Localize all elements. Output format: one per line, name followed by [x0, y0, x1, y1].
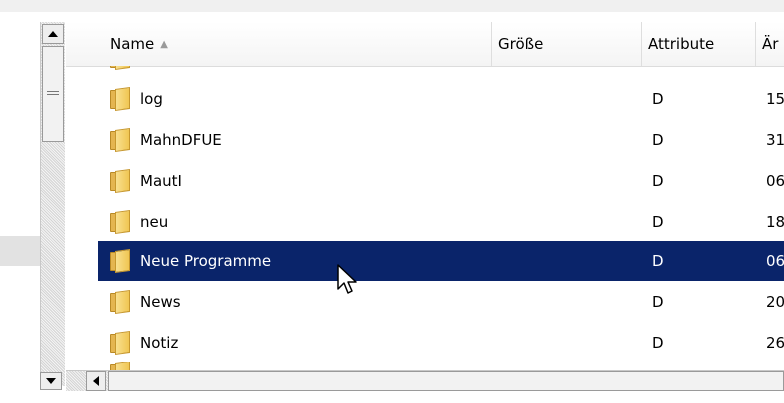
file-attributes: D: [652, 293, 664, 311]
column-header-name[interactable]: Name ▲: [98, 22, 492, 66]
file-name: MahnDFUE: [140, 131, 222, 149]
file-name: Notiz: [140, 334, 179, 352]
list-item[interactable]: locks D 2: [98, 66, 784, 72]
folder-icon: [110, 289, 132, 314]
list-item[interactable]: log D 15: [98, 79, 784, 119]
column-header-size[interactable]: Größe: [492, 22, 642, 66]
file-attributes: D: [652, 334, 664, 352]
column-header-size-label: Größe: [498, 35, 544, 53]
list-item[interactable]: News D 20: [98, 282, 784, 322]
file-modified: 06: [766, 172, 784, 190]
folder-icon: [110, 86, 132, 111]
mouse-pointer-icon: [337, 264, 357, 294]
file-modified: 26: [766, 334, 784, 352]
list-item[interactable]: Notiz D 26: [98, 323, 784, 363]
file-modified: 2: [766, 66, 776, 72]
column-header-attributes-label: Attribute: [648, 35, 715, 53]
file-modified: 18: [766, 213, 784, 231]
folder-icon: [110, 209, 132, 234]
horizontal-scroll-thumb[interactable]: [108, 371, 784, 391]
folder-icon: [110, 66, 132, 70]
folder-icon: [110, 330, 132, 355]
list-item[interactable]: MahnDFUE D 31: [98, 120, 784, 160]
arrow-left-icon: [93, 376, 99, 386]
vertical-scrollbar[interactable]: [40, 22, 65, 386]
scroll-down-button[interactable]: [40, 372, 62, 390]
column-header-name-label: Name: [110, 35, 155, 53]
folder-icon: [110, 248, 132, 273]
file-name: locks: [140, 66, 178, 67]
navigation-pane: [0, 12, 38, 385]
navigation-pane-selected-item[interactable]: [0, 236, 40, 266]
horizontal-scrollbar[interactable]: [66, 370, 784, 391]
sort-ascending-icon: ▲: [160, 39, 168, 50]
arrow-up-icon: [48, 31, 58, 37]
vertical-scroll-thumb[interactable]: [42, 46, 64, 142]
list-item-selected[interactable]: Neue Programme D 06: [98, 241, 784, 281]
file-attributes: D: [652, 172, 664, 190]
folder-icon: [110, 168, 132, 193]
arrow-down-icon: [46, 378, 56, 384]
file-attributes: D: [652, 66, 664, 72]
scroll-up-button[interactable]: [42, 24, 64, 44]
folder-icon: [110, 127, 132, 152]
list-item[interactable]: MautI D 06: [98, 161, 784, 201]
file-list[interactable]: Name ▲ Größe Attribute Är locks D 2 log D…: [66, 22, 784, 370]
file-name: News: [140, 293, 181, 311]
file-attributes: D: [652, 213, 664, 231]
column-header-modified-label: Är: [762, 35, 779, 53]
file-attributes: D: [652, 252, 664, 270]
column-header-row: Name ▲ Größe Attribute Är: [66, 22, 784, 67]
file-modified: 20: [766, 293, 784, 311]
top-strip: [0, 0, 784, 12]
folder-icon: [110, 362, 132, 370]
file-attributes: D: [652, 131, 664, 149]
file-modified: 06: [766, 252, 784, 270]
list-item[interactable]: neu D 18: [98, 202, 784, 242]
file-modified: 15: [766, 90, 784, 108]
file-name: MautI: [140, 172, 182, 190]
file-name: log: [140, 90, 163, 108]
column-header-modified[interactable]: Är: [756, 22, 784, 66]
file-modified: 31: [766, 131, 784, 149]
file-attributes: D: [652, 90, 664, 108]
file-name: Neue Programme: [140, 252, 272, 270]
file-name: neu: [140, 213, 169, 231]
column-header-attributes[interactable]: Attribute: [642, 22, 756, 66]
scroll-left-button[interactable]: [86, 371, 106, 391]
